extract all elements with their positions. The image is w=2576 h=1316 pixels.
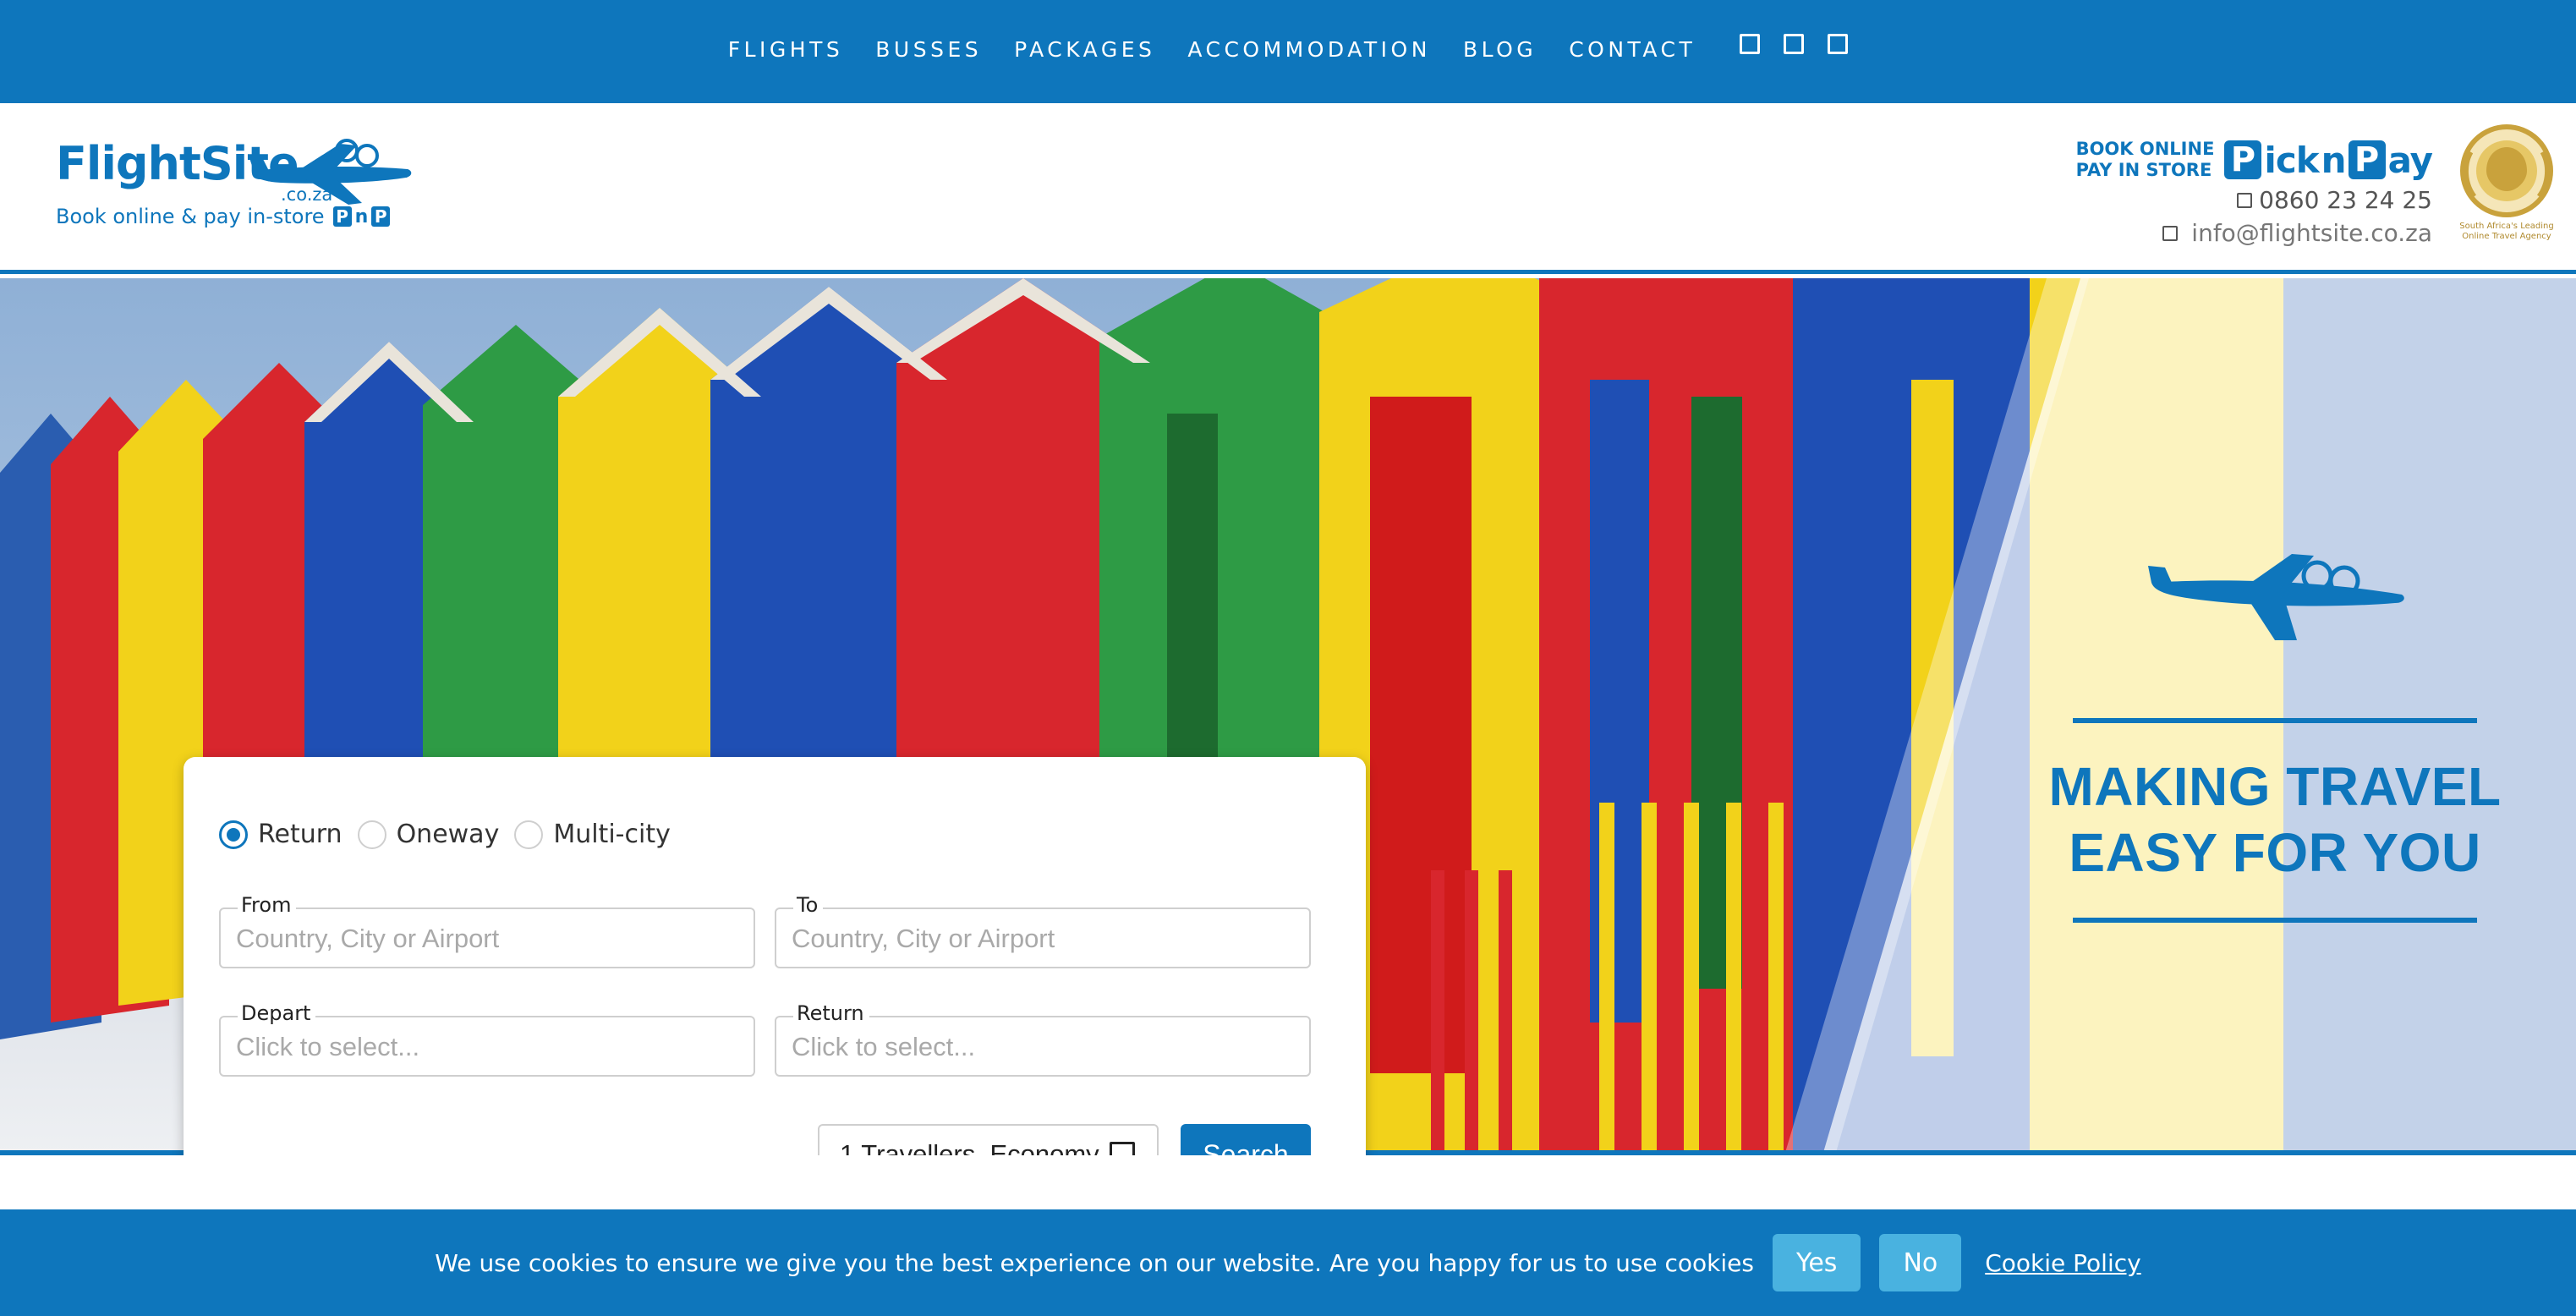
hero-banner: MAKING TRAVEL EASY FOR YOU Return Oneway…	[0, 278, 2576, 1155]
main-menu: FLIGHTS BUSSES PACKAGES ACCOMMODATION BL…	[0, 0, 2576, 98]
return-label: Return	[793, 1001, 869, 1025]
trip-type-group: Return Oneway Multi-city	[219, 820, 674, 849]
logo-tagline-text: Book online & pay in-store	[56, 205, 325, 228]
from-label: From	[238, 893, 297, 917]
radio-oneway-icon[interactable]	[357, 820, 386, 849]
email-line[interactable]: info@flightsite.co.za	[2076, 219, 2432, 247]
phone-icon	[2237, 192, 2253, 208]
pnp-caption: BOOK ONLINE PAY IN STORE	[2076, 139, 2215, 181]
cookie-yes-button[interactable]: Yes	[1773, 1234, 1861, 1291]
depart-field: Depart	[219, 1001, 755, 1077]
nav-blog[interactable]: BLOG	[1463, 37, 1537, 62]
to-label: To	[793, 893, 824, 917]
email-address: info@flightsite.co.za	[2191, 219, 2432, 247]
logo-tagline: Book online & pay in-store PnP	[56, 205, 391, 228]
nav-accommodation[interactable]: ACCOMMODATION	[1187, 37, 1431, 62]
pnp-line2: PAY IN STORE	[2075, 160, 2212, 180]
travellers-dropdown-icon	[1109, 1142, 1135, 1155]
slogan-text: MAKING TRAVEL EASY FOR YOU	[2030, 754, 2520, 886]
to-input[interactable]	[792, 921, 1291, 957]
nav-contact[interactable]: CONTACT	[1569, 37, 1696, 62]
slogan-line-2: EASY FOR YOU	[2069, 822, 2481, 883]
trip-type-return-label: Return	[258, 820, 343, 849]
from-field: From	[219, 893, 755, 968]
travellers-selector[interactable]: 1 Travellers, Economy	[818, 1124, 1159, 1155]
pnp-logo[interactable]: Pick n Pay	[2224, 140, 2433, 181]
slogan-top-rule	[2073, 718, 2477, 723]
slogan-bottom-rule	[2073, 918, 2477, 923]
top-navigation: FLIGHTS BUSSES PACKAGES ACCOMMODATION BL…	[0, 0, 2576, 103]
phone-line[interactable]: 0860 23 24 25	[2076, 186, 2432, 214]
header-contact: BOOK ONLINE PAY IN STORE Pick n Pay 0860 2…	[2076, 139, 2433, 247]
travellers-value: 1 Travellers, Economy	[840, 1139, 1099, 1155]
logo-tld: .co.za	[281, 184, 333, 205]
pnp-banner: BOOK ONLINE PAY IN STORE Pick n Pay	[2076, 139, 2433, 181]
hero-plane-icon	[2148, 554, 2404, 640]
flightsite-logo[interactable]: FlightSite .co.za Book online & pay in-s…	[54, 134, 412, 235]
cookie-consent-bar: We use cookies to ensure we give you the…	[0, 1209, 2576, 1316]
return-field: Return	[775, 1001, 1311, 1077]
award-laurel-icon	[2460, 124, 2553, 217]
cookie-message: We use cookies to ensure we give you the…	[435, 1248, 1754, 1277]
nav-flights[interactable]: FLIGHTS	[728, 37, 844, 62]
email-icon	[2162, 225, 2179, 241]
trip-type-return[interactable]: Return	[219, 820, 343, 849]
nav-busses[interactable]: BUSSES	[875, 37, 982, 62]
flight-search-form: Return Oneway Multi-city From To Depart …	[184, 757, 1366, 1155]
trip-type-oneway[interactable]: Oneway	[357, 820, 500, 849]
return-date-input[interactable]	[792, 1029, 1291, 1065]
radio-multicity-icon[interactable]	[514, 820, 544, 849]
trip-type-oneway-label: Oneway	[396, 820, 500, 849]
pnp-mini-logo: PnP	[332, 206, 391, 228]
social-square-icon-1[interactable]	[1740, 34, 1761, 54]
depart-date-input[interactable]	[236, 1029, 735, 1065]
search-button[interactable]: Search	[1181, 1124, 1311, 1155]
social-square-icon-2[interactable]	[1784, 34, 1805, 54]
award-badge: South Africa's Leading Online Travel Age…	[2453, 122, 2561, 249]
social-square-icon-3[interactable]	[1828, 34, 1849, 54]
radio-return-icon[interactable]	[219, 820, 248, 849]
trip-type-multicity[interactable]: Multi-city	[514, 820, 671, 849]
slogan-line-1: MAKING TRAVEL	[2048, 756, 2502, 817]
award-text: South Africa's Leading Online Travel Age…	[2459, 222, 2554, 241]
cookie-policy-link[interactable]: Cookie Policy	[1985, 1249, 2140, 1277]
hero-slogan: MAKING TRAVEL EASY FOR YOU	[2030, 718, 2520, 923]
from-input[interactable]	[236, 921, 735, 957]
site-header: FlightSite .co.za Book online & pay in-s…	[0, 103, 2576, 274]
pnp-line1: BOOK ONLINE	[2075, 139, 2215, 159]
social-links	[1740, 34, 1849, 54]
depart-label: Depart	[238, 1001, 316, 1025]
trip-type-multicity-label: Multi-city	[553, 820, 671, 849]
cookie-no-button[interactable]: No	[1879, 1234, 1962, 1291]
to-field: To	[775, 893, 1311, 968]
phone-number: 0860 23 24 25	[2259, 186, 2432, 214]
nav-packages[interactable]: PACKAGES	[1014, 37, 1155, 62]
